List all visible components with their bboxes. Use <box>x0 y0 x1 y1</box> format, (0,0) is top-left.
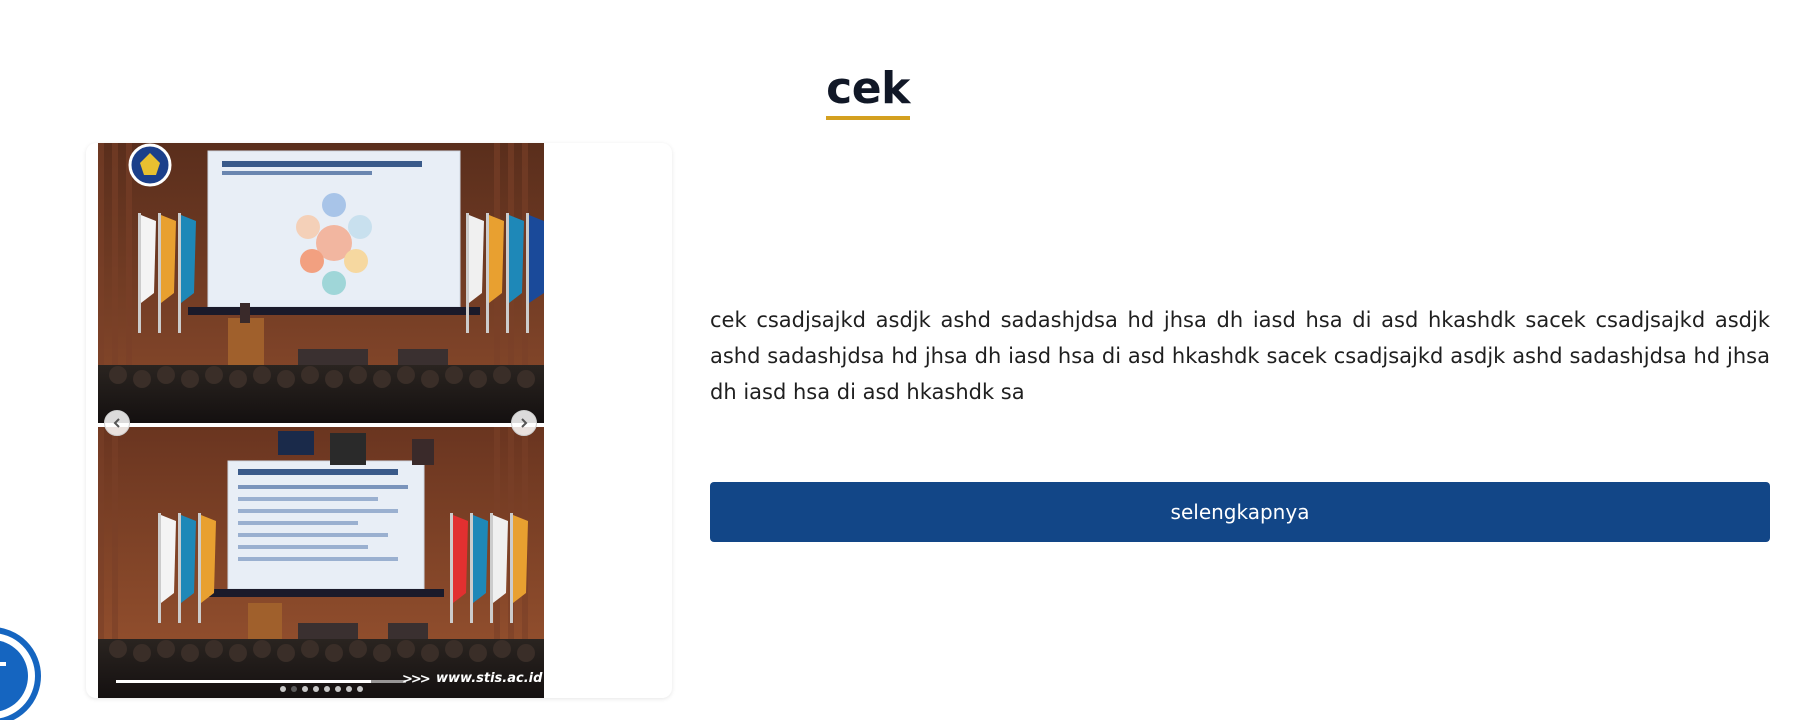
slide-progress-fill <box>116 680 372 683</box>
read-more-button[interactable]: selengkapnya <box>710 482 1770 542</box>
chevron-right-icon <box>521 418 528 428</box>
watermark-url: www.stis.ac.id <box>436 671 543 686</box>
carousel-dot[interactable] <box>357 686 363 692</box>
carousel-next-button[interactable] <box>511 410 537 436</box>
watermark-arrows: >>> <box>402 672 431 687</box>
chat-fab-button[interactable] <box>0 624 44 720</box>
event-photo <box>98 143 544 698</box>
carousel-prev-button[interactable] <box>104 410 130 436</box>
carousel-dot[interactable] <box>324 686 330 692</box>
title-underline <box>826 116 910 120</box>
image-carousel[interactable] <box>98 143 544 698</box>
carousel-dot[interactable] <box>335 686 341 692</box>
carousel-dot[interactable] <box>313 686 319 692</box>
carousel-dot[interactable] <box>346 686 352 692</box>
carousel-dots <box>280 686 363 692</box>
section-title: cek <box>826 63 910 114</box>
chevron-left-icon <box>113 418 120 428</box>
section-description: cek csadjsajkd asdjk ashd sadashjdsa hd … <box>710 308 1770 404</box>
slide-progress-bar <box>116 680 406 683</box>
carousel-dot[interactable] <box>302 686 308 692</box>
carousel-dot[interactable] <box>280 686 286 692</box>
section-title-wrap: cek <box>826 64 910 120</box>
carousel-dot[interactable] <box>291 686 297 692</box>
